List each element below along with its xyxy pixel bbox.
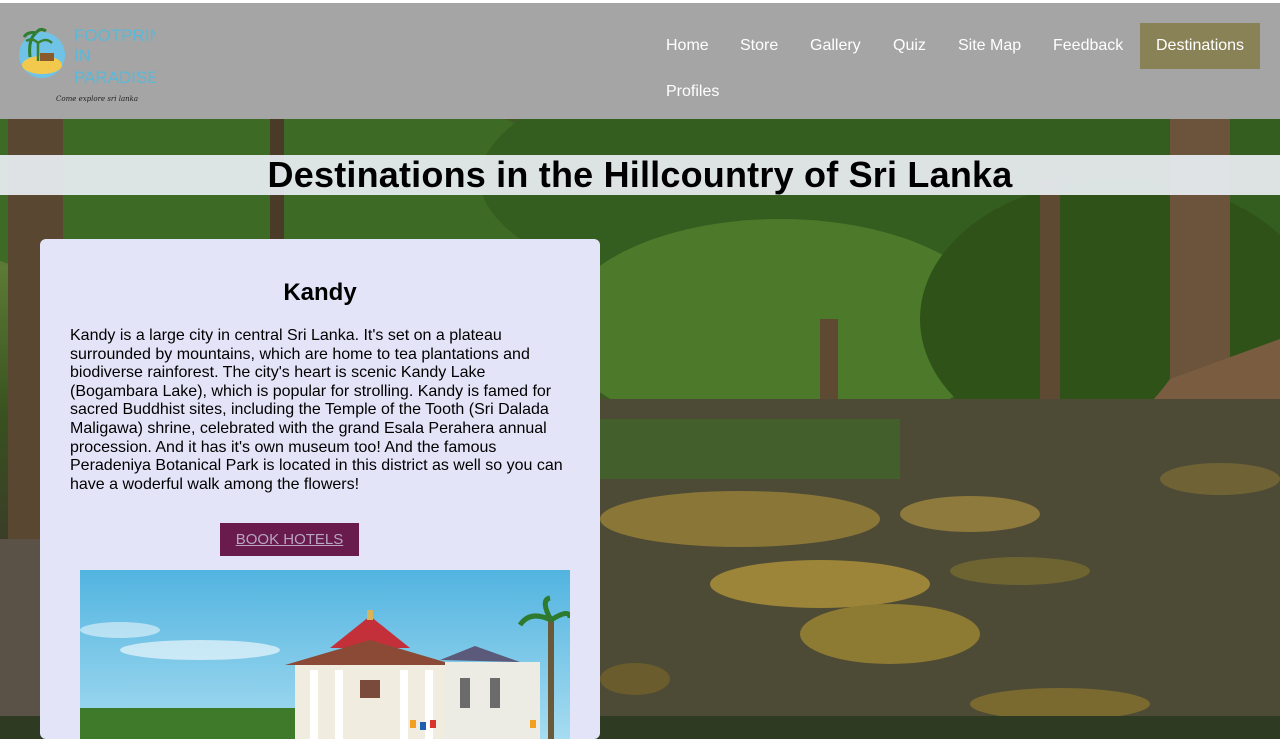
- svg-text:FOOTPRINTS: FOOTPRINTS: [74, 26, 156, 45]
- svg-text:PARADISE: PARADISE: [74, 68, 156, 87]
- nav-store[interactable]: Store: [724, 23, 794, 69]
- nav-quiz[interactable]: Quiz: [877, 23, 942, 69]
- svg-text:Come explore sri lanka: Come explore sri lanka: [56, 95, 138, 103]
- book-hotels-button[interactable]: BOOK HOTELS: [220, 523, 359, 556]
- nav-site-map[interactable]: Site Map: [942, 23, 1037, 69]
- nav-gallery[interactable]: Gallery: [794, 23, 877, 69]
- page-title: Destinations in the Hillcountry of Sri L…: [267, 154, 1013, 195]
- nav-destinations[interactable]: Destinations: [1140, 23, 1261, 69]
- navbar: FOOTPRINTS IN PARADISE Come explore sri …: [0, 3, 1280, 119]
- nav-profiles[interactable]: Profiles: [650, 69, 735, 115]
- nav-home[interactable]: Home: [650, 23, 725, 69]
- site-logo[interactable]: FOOTPRINTS IN PARADISE Come explore sri …: [16, 21, 184, 103]
- nav-feedback[interactable]: Feedback: [1037, 23, 1139, 69]
- destination-description: Kandy is a large city in central Sri Lan…: [70, 327, 563, 493]
- title-band: Destinations in the Hillcountry of Sri L…: [0, 155, 1280, 195]
- destination-name: Kandy: [283, 279, 357, 306]
- destination-card: Kandy Kandy is a large city in central S…: [40, 239, 600, 739]
- svg-text:IN: IN: [74, 46, 91, 65]
- temple-of-the-tooth-image: [80, 570, 570, 739]
